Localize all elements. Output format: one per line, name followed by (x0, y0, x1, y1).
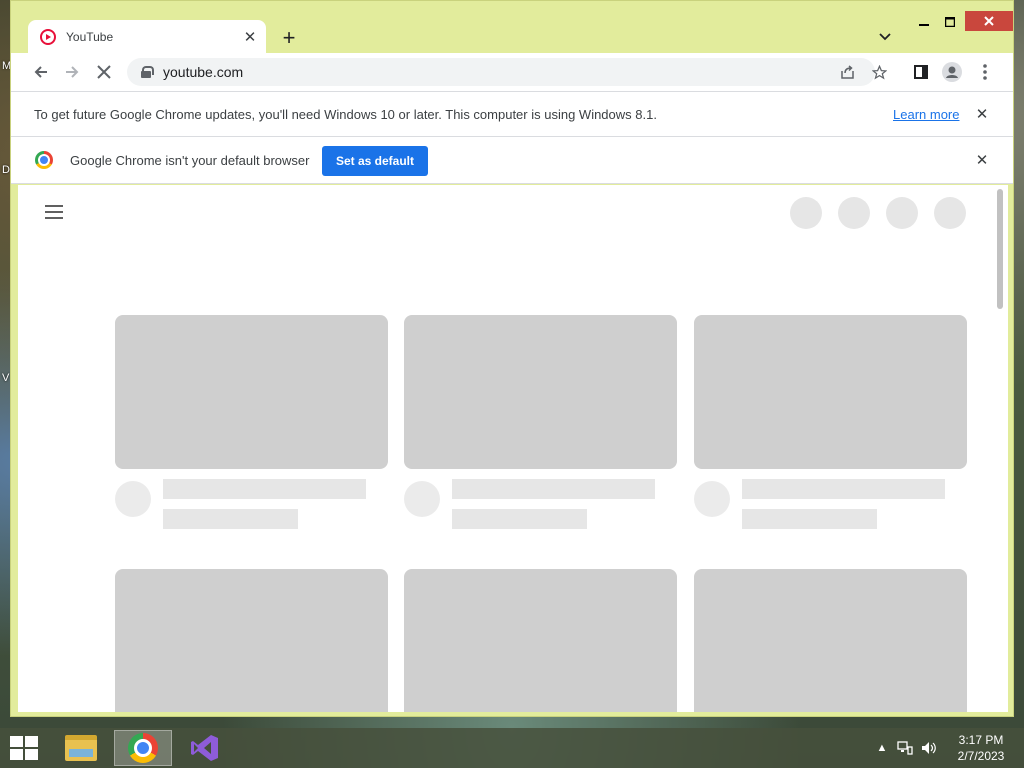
video-thumbnail-placeholder (115, 569, 388, 712)
kebab-menu-icon (983, 64, 987, 80)
desktop-icon-label[interactable]: D (2, 164, 10, 176)
update-message: To get future Google Chrome updates, you… (34, 106, 657, 122)
chrome-icon (128, 733, 158, 763)
side-panel-icon (914, 65, 928, 79)
stop-button[interactable] (90, 58, 118, 86)
close-icon[interactable]: ✕ (972, 150, 992, 170)
channel-avatar-placeholder (404, 481, 440, 517)
visual-studio-taskbar-button[interactable] (176, 730, 234, 766)
address-bar[interactable]: youtube.com (127, 58, 887, 86)
clock-date: 2/7/2023 (957, 749, 1005, 763)
video-thumbnail-placeholder (115, 315, 388, 469)
default-browser-message: Google Chrome isn't your default browser (70, 152, 310, 168)
close-window-button[interactable] (965, 11, 1013, 31)
tab-title: YouTube (66, 29, 114, 44)
minimize-button[interactable] (911, 11, 937, 33)
tab-close-icon[interactable]: ✕ (238, 25, 262, 49)
menu-button[interactable] (971, 58, 999, 86)
set-as-default-button[interactable]: Set as default (322, 146, 428, 176)
chrome-window: YouTube ✕ + youtube.com To get future Go… (10, 0, 1014, 717)
scrollbar-thumb[interactable] (997, 189, 1003, 309)
channel-avatar-placeholder (115, 481, 151, 517)
file-explorer-taskbar-button[interactable] (52, 730, 110, 766)
video-thumbnail-placeholder (404, 569, 677, 712)
chrome-icon (35, 151, 53, 169)
share-button[interactable] (835, 58, 859, 86)
meta-placeholder (163, 509, 298, 529)
folder-icon (65, 735, 97, 761)
video-thumbnail-placeholder (694, 569, 967, 712)
header-icon-placeholder (790, 197, 822, 229)
stop-icon (97, 65, 111, 79)
header-icon-placeholder (886, 197, 918, 229)
volume-icon[interactable] (921, 740, 937, 756)
close-icon[interactable]: ✕ (972, 104, 992, 124)
desktop-icon-label[interactable]: V (2, 372, 9, 384)
default-browser-infobar: Google Chrome isn't your default browser… (11, 136, 1013, 184)
video-thumbnail-placeholder (694, 315, 967, 469)
back-arrow-icon (34, 66, 47, 78)
chrome-taskbar-button[interactable] (114, 730, 172, 766)
visual-studio-icon (190, 733, 220, 763)
tab-search-button[interactable] (873, 25, 897, 49)
title-placeholder (742, 479, 945, 499)
back-button[interactable] (27, 58, 55, 86)
windows-start-icon[interactable] (10, 736, 38, 760)
learn-more-link[interactable]: Learn more (893, 107, 959, 122)
taskbar: ▲ 3:17 PM 2/7/2023 (0, 728, 1024, 768)
page-content (18, 185, 1008, 712)
clock-time: 3:17 PM (958, 733, 1004, 747)
hamburger-menu-icon[interactable] (45, 205, 63, 219)
minimize-icon (919, 24, 929, 26)
lock-icon[interactable] (141, 66, 154, 78)
close-icon (984, 16, 994, 26)
side-panel-button[interactable] (907, 58, 935, 86)
bookmark-button[interactable] (867, 58, 891, 86)
share-icon (840, 65, 854, 79)
meta-placeholder (742, 509, 877, 529)
new-tab-button[interactable]: + (275, 24, 303, 52)
header-icon-placeholder (934, 197, 966, 229)
show-hidden-icons-button[interactable]: ▲ (874, 740, 890, 756)
toolbar: youtube.com (11, 53, 1013, 91)
system-clock[interactable]: 3:17 PM 2/7/2023 (950, 732, 1012, 764)
meta-placeholder (452, 509, 587, 529)
network-icon[interactable] (897, 740, 913, 756)
maximize-icon (945, 17, 955, 27)
channel-avatar-placeholder (694, 481, 730, 517)
youtube-icon (40, 28, 56, 45)
star-icon (871, 64, 887, 80)
profile-icon (942, 62, 962, 82)
chevron-down-icon (879, 33, 891, 41)
header-icon-placeholder (838, 197, 870, 229)
profile-button[interactable] (938, 58, 966, 86)
url-text[interactable]: youtube.com (163, 64, 243, 80)
tab-youtube[interactable]: YouTube ✕ (28, 20, 266, 53)
title-placeholder (452, 479, 655, 499)
video-thumbnail-placeholder (404, 315, 677, 469)
maximize-button[interactable] (937, 11, 963, 33)
forward-button[interactable] (58, 58, 86, 86)
update-infobar: To get future Google Chrome updates, you… (11, 91, 1013, 136)
title-placeholder (163, 479, 366, 499)
title-bar[interactable]: YouTube ✕ + (11, 1, 1013, 53)
forward-arrow-icon (66, 66, 79, 78)
